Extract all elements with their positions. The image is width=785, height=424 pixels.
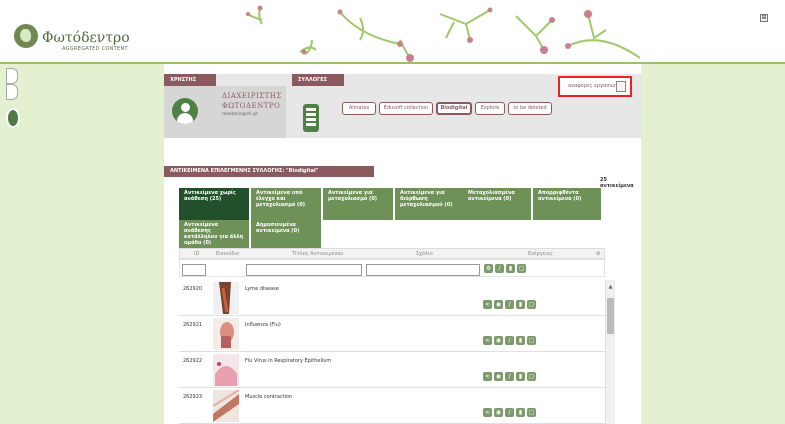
collection-button-biodigital[interactable]: Biodigital bbox=[436, 102, 472, 115]
collection-button-explore[interactable]: Explore bbox=[475, 102, 505, 115]
row-id: 262920 bbox=[183, 286, 203, 292]
filter-title-input[interactable] bbox=[246, 264, 362, 276]
decorative-branches bbox=[246, 5, 641, 62]
row-id: 262922 bbox=[183, 358, 203, 364]
details-icon[interactable]: ▢ bbox=[527, 408, 536, 417]
tab-unassigned[interactable]: Αντικείμενα χωρίς ανάθεση (25) bbox=[179, 188, 249, 220]
row-thumbnail[interactable] bbox=[213, 354, 239, 386]
row-title: Lyme disease bbox=[245, 286, 279, 292]
collection-button-aimatos[interactable]: Aimatos bbox=[342, 102, 376, 115]
user-section-label: ΧΡΗΣΤΗΣ bbox=[164, 74, 216, 86]
user-name-second-line: ΦΩΤΟΔΕΝΤΡΟ bbox=[222, 102, 281, 110]
filter-comment-input[interactable] bbox=[366, 264, 480, 276]
edit-icon[interactable]: / bbox=[505, 372, 514, 381]
reports-button[interactable]: αναφορές εργασιών bbox=[558, 76, 632, 97]
header: Φωτόδεντρο AGGREGATED CONTENT ⊞ bbox=[0, 0, 785, 62]
tab-for-annotation[interactable]: Αντικείμενα για μεταχολιασμό (0) bbox=[323, 188, 393, 220]
delete-icon[interactable]: ▮ bbox=[516, 408, 525, 417]
edit-icon[interactable]: / bbox=[505, 300, 514, 309]
row-thumbnail[interactable] bbox=[213, 282, 239, 314]
row-id: 262921 bbox=[183, 322, 203, 328]
tab-rejected[interactable]: Απορριφθέντα αντικείμενα (0) bbox=[533, 188, 601, 220]
view-icon[interactable]: ◉ bbox=[494, 372, 503, 381]
filter-search-icon[interactable]: ⚙ bbox=[484, 264, 493, 273]
link-icon[interactable]: ∞ bbox=[483, 408, 492, 417]
reports-button-label: αναφορές εργασιών bbox=[568, 83, 619, 89]
row-title: Influenza (Flu) bbox=[245, 322, 281, 328]
link-icon[interactable]: ∞ bbox=[483, 372, 492, 381]
edit-icon[interactable]: / bbox=[505, 336, 514, 345]
grid-scrollbar[interactable]: ▲ bbox=[605, 280, 615, 424]
row-thumbnail[interactable] bbox=[213, 390, 239, 422]
logo-leaf-icon[interactable] bbox=[14, 24, 38, 48]
edit-icon[interactable]: / bbox=[505, 408, 514, 417]
column-icon[interactable]: Εικονίδιο bbox=[216, 251, 239, 257]
view-icon[interactable]: ◉ bbox=[494, 408, 503, 417]
collection-icon bbox=[303, 104, 319, 132]
link-icon[interactable]: ∞ bbox=[483, 300, 492, 309]
delete-icon[interactable]: ▮ bbox=[516, 300, 525, 309]
item-count: 25 αντικείμενα bbox=[600, 177, 634, 189]
column-comment[interactable]: Σχόλιο bbox=[416, 251, 433, 257]
row-thumbnail[interactable] bbox=[213, 318, 239, 350]
view-icon[interactable]: ◉ bbox=[494, 336, 503, 345]
delete-icon[interactable]: ▮ bbox=[516, 336, 525, 345]
table-row[interactable]: 262923 Muscle contraction ∞ ◉ / ▮ ▢ bbox=[179, 388, 605, 424]
tab-published[interactable]: Δημοσιευμένα αντικείμενα (0) bbox=[251, 220, 321, 248]
scroll-up-icon[interactable]: ▲ bbox=[607, 284, 614, 292]
scrollbar-thumb[interactable] bbox=[607, 298, 614, 334]
view-icon[interactable]: ◉ bbox=[494, 300, 503, 309]
side-tab-3[interactable] bbox=[6, 108, 20, 128]
collections-section-label: ΣΥΛΛΟΓΕΣ bbox=[292, 74, 344, 86]
link-icon[interactable]: ∞ bbox=[483, 336, 492, 345]
column-id[interactable]: ID bbox=[194, 251, 199, 257]
tab-under-review[interactable]: Αντικείμενα υπό έλεγχο και μεταχολιασμό … bbox=[251, 188, 321, 220]
side-tab-2[interactable] bbox=[6, 84, 18, 100]
tab-other-team[interactable]: Αντικείμενα ανάθεσης κατάλληλου για άλλη… bbox=[179, 220, 249, 248]
filter-delete-icon[interactable]: ▮ bbox=[506, 264, 515, 273]
grid-header: ID Εικονίδιο Τίτλος Αντικειμένου Σχόλιο … bbox=[179, 248, 605, 259]
filter-id-input[interactable] bbox=[182, 264, 206, 276]
delete-icon[interactable]: ▮ bbox=[516, 372, 525, 381]
user-email: mastoris@cti.gr bbox=[222, 112, 258, 117]
filter-clear-icon[interactable]: ▢ bbox=[517, 264, 526, 273]
details-icon[interactable]: ▢ bbox=[527, 300, 536, 309]
logo-title[interactable]: Φωτόδεντρο bbox=[42, 30, 130, 46]
row-id: 262923 bbox=[183, 394, 203, 400]
row-actions: ∞ ◉ / ▮ ▢ bbox=[483, 372, 536, 382]
row-actions: ∞ ◉ / ▮ ▢ bbox=[483, 408, 536, 418]
row-title: Muscle contraction bbox=[245, 394, 293, 400]
table-row[interactable]: 262922 Flu Virus in Respiratory Epitheli… bbox=[179, 352, 605, 388]
column-title[interactable]: Τίτλος Αντικειμένου bbox=[292, 251, 343, 257]
row-title: Flu Virus in Respiratory Epithelium bbox=[245, 358, 332, 364]
collection-title: ΑΝΤΙΚΕΙΜΕΝΑ ΕΠΙΛΕΓΜΕΝΗΣ ΣΥΛΛΟΓΗΣ: "Biodi… bbox=[164, 166, 374, 177]
filter-row: ⚙ / ▮ ▢ bbox=[179, 259, 605, 277]
window-toggle-button[interactable]: ⊞ bbox=[760, 14, 768, 22]
main-panel: ΧΡΗΣΤΗΣ ΣΥΛΛΟΓΕΣ ΔΙΑΧΕΙΡΙΣΤΗΣ ΦΩΤΟΔΕΝΤΡΟ… bbox=[164, 64, 641, 424]
logo-subtitle: AGGREGATED CONTENT bbox=[62, 46, 128, 52]
details-icon[interactable]: ▢ bbox=[527, 336, 536, 345]
row-actions: ∞ ◉ / ▮ ▢ bbox=[483, 336, 536, 346]
column-settings-icon[interactable]: ⚙ bbox=[596, 251, 600, 257]
user-name: ΔΙΑΧΕΙΡΙΣΤΗΣ bbox=[222, 92, 282, 100]
filter-edit-icon[interactable]: / bbox=[495, 264, 504, 273]
tab-annotated[interactable]: Μεταχολιασμένα αντικείμενα (0) bbox=[463, 188, 531, 220]
collection-button-to-be-deleted[interactable]: to be deleted bbox=[508, 102, 552, 115]
side-tab-1[interactable] bbox=[6, 68, 18, 84]
tab-for-correction[interactable]: Αντικείμενα για διόρθωση μεταχολιασμού (… bbox=[395, 188, 465, 220]
filter-actions: ⚙ / ▮ ▢ bbox=[484, 264, 526, 274]
details-icon[interactable]: ▢ bbox=[527, 372, 536, 381]
table-row[interactable]: 262920 Lyme disease ∞ ◉ / ▮ ▢ bbox=[179, 280, 605, 316]
column-actions: Ενέργειες bbox=[528, 251, 553, 257]
table-row[interactable]: 262921 Influenza (Flu) ∞ ◉ / ▮ ▢ bbox=[179, 316, 605, 352]
row-actions: ∞ ◉ / ▮ ▢ bbox=[483, 300, 536, 310]
user-avatar-icon bbox=[172, 98, 198, 124]
collection-button-edusoft[interactable]: Edusoft collection bbox=[379, 102, 433, 115]
report-icon bbox=[616, 81, 626, 92]
